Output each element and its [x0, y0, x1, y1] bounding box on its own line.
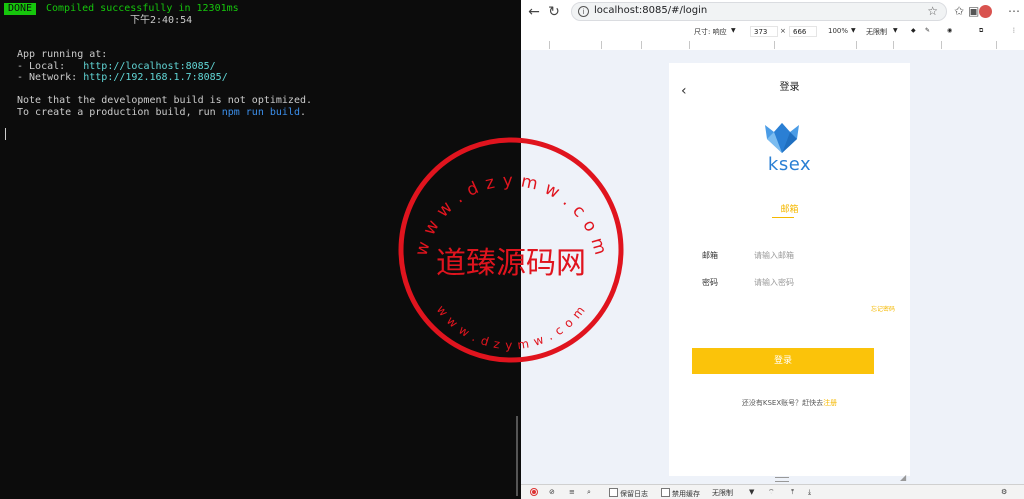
terminal-window[interactable]: DONE Compiled successfully in 12301ms 下午… [0, 0, 520, 498]
favorites-icon[interactable]: ✩ [954, 4, 964, 18]
email-label: 邮箱 [702, 251, 718, 260]
devtools-network-bar: ⊘ ≡ ⌕ 保留日志 禁用缓存 无限制 ▼ ⌔ ⤒ ⤓ ⚙ [521, 484, 1024, 499]
app-running-line: App running at: [17, 49, 108, 60]
height-input[interactable]: 666 [789, 26, 817, 37]
address-bar[interactable]: i localhost:8085/#/login ☆ [571, 2, 947, 21]
preserve-log-label: 保留日志 [620, 490, 648, 498]
email-field[interactable]: 请输入邮箱 [754, 250, 794, 261]
wifi-icon[interactable]: ⌔ [768, 488, 775, 497]
password-label: 密码 [702, 278, 718, 287]
build-prefix: To create a production build, run [17, 107, 222, 118]
star-icon[interactable]: ☆ [927, 4, 938, 18]
register-link[interactable]: 注册 [823, 399, 837, 407]
dock-icon[interactable]: ⧉ [979, 27, 983, 35]
email-row: 邮箱 请输入邮箱 [693, 247, 889, 265]
network-label: - Network: [17, 72, 84, 83]
zoom-select[interactable]: 100% [828, 27, 848, 35]
done-badge: DONE [4, 3, 37, 15]
pen-icon[interactable]: ✎ [925, 27, 930, 34]
eye-icon[interactable]: ◉ [947, 27, 952, 34]
settings-gear-icon[interactable]: ⚙ [1001, 488, 1007, 496]
disable-cache-checkbox[interactable]: 禁用缓存 [661, 488, 700, 499]
network-url-line: - Network: http://192.168.1.7:8085/ [17, 72, 228, 84]
filter-icon[interactable]: ≡ [569, 488, 575, 496]
dimensions-select[interactable]: 尺寸: 响应 [694, 27, 727, 37]
more-menu-icon[interactable]: ⋯ [1008, 4, 1020, 18]
build-suffix: . [299, 107, 307, 118]
tab-underline [772, 217, 794, 218]
terminal-scrollbar[interactable] [516, 416, 518, 496]
profile-avatar[interactable] [979, 5, 992, 18]
register-prompt-text: 还没有KSEX账号？赶快去 [741, 399, 824, 407]
dev-build-note: Note that the development build is not o… [17, 95, 313, 106]
compile-time: 下午2:40:54 [130, 15, 193, 26]
caret-down-icon[interactable]: ▼ [749, 488, 754, 496]
disable-cache-label: 禁用缓存 [672, 490, 700, 498]
throttle-select[interactable]: 无限制 [866, 27, 887, 37]
upload-icon[interactable]: ⤒ [791, 488, 794, 497]
device-toolbar: 尺寸: 响应 ▼ 373 × 666 100% ▼ 无限制 ▼ ◆ ✎ ◉ ⧉ … [521, 24, 1024, 40]
local-url[interactable]: http://localhost:8085/ [83, 61, 215, 72]
ksex-logo-icon [765, 123, 799, 153]
resize-corner-icon[interactable]: ◢ [900, 473, 906, 482]
terminal-cursor [5, 128, 6, 140]
caret-down-icon[interactable]: ▼ [893, 27, 898, 34]
preserve-log-checkbox[interactable]: 保留日志 [609, 488, 648, 499]
collections-icon[interactable]: ▣ [968, 4, 979, 18]
build-command: npm run build [221, 107, 300, 118]
password-field[interactable]: 请输入密码 [754, 277, 794, 288]
register-prompt: 还没有KSEX账号？赶快去注册 [669, 398, 910, 408]
search-icon[interactable]: ⌕ [587, 488, 591, 497]
prod-build-line: To create a production build, run npm ru… [17, 107, 306, 119]
rotate-icon[interactable]: ◆ [911, 27, 916, 34]
address-url[interactable]: localhost:8085/#/login [594, 5, 707, 16]
dimension-times: × [780, 27, 786, 35]
width-input[interactable]: 373 [750, 26, 778, 37]
network-throttle-select[interactable]: 无限制 [712, 488, 733, 498]
caret-down-icon[interactable]: ▼ [851, 27, 856, 34]
caret-down-icon[interactable]: ▼ [731, 27, 736, 34]
brand-name: ksex [767, 154, 812, 175]
forgot-password-link[interactable]: 忘记密码 [871, 304, 895, 313]
refresh-icon[interactable]: ↻ [545, 3, 563, 21]
emulated-page: ‹ 登录 ksex 邮箱 邮箱 请输入邮箱 密码 请输入密码 忘记密码 登录 还… [669, 63, 910, 476]
compiled-message: Compiled successfully in 12301ms [46, 3, 239, 14]
back-arrow-icon[interactable]: ← [525, 3, 543, 21]
network-url[interactable]: http://192.168.1.7:8085/ [83, 72, 228, 83]
page-title: 登录 [779, 82, 800, 93]
record-icon[interactable] [530, 488, 538, 496]
password-row: 密码 请输入密码 [693, 274, 889, 292]
clear-icon[interactable]: ⊘ [549, 488, 555, 496]
local-label: - Local: [17, 61, 84, 72]
resize-handle-bottom[interactable] [775, 477, 789, 482]
login-button[interactable]: 登录 [692, 348, 874, 374]
browser-toolbar: ← ↻ i localhost:8085/#/login ☆ ✩ ▣ ⋯ [521, 0, 1024, 24]
tab-email-login[interactable]: 邮箱 [669, 202, 910, 215]
more-options-icon[interactable]: ⋮ [1011, 27, 1017, 34]
info-icon[interactable]: i [578, 6, 589, 17]
browser-window: ← ↻ i localhost:8085/#/login ☆ ✩ ▣ ⋯ 尺寸:… [521, 0, 1024, 499]
download-icon[interactable]: ⤓ [808, 488, 811, 497]
